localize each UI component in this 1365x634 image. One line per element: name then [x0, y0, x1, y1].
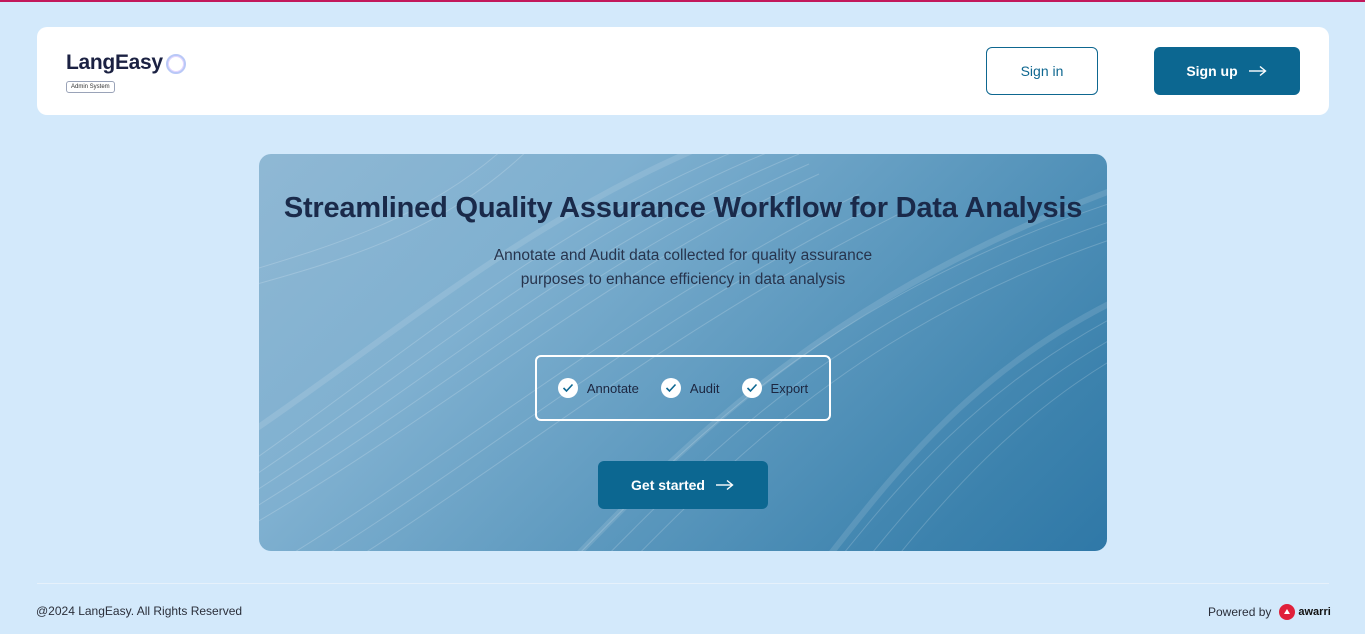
get-started-label: Get started: [631, 477, 705, 493]
arrow-right-icon: [715, 479, 734, 491]
feature-label: Audit: [689, 380, 720, 396]
check-icon: [660, 378, 681, 398]
awarri-logo-text: awarri: [1298, 606, 1331, 618]
hero-banner: Streamlined Quality Assurance Workflow f…: [259, 154, 1107, 551]
logo-badge: Admin System: [66, 81, 115, 93]
logo-ring-icon: [165, 54, 186, 74]
check-icon: [557, 378, 578, 398]
sign-up-label: Sign up: [1186, 63, 1238, 79]
get-started-button[interactable]: Get started: [598, 461, 768, 509]
sign-in-label: Sign in: [1020, 63, 1064, 79]
awarri-logo-icon: [1279, 604, 1296, 620]
awarri-logo[interactable]: awarri: [1279, 604, 1331, 620]
sign-up-button[interactable]: Sign up: [1154, 47, 1300, 95]
feature-annotate: Annotate: [557, 378, 639, 398]
page: LangEasy Admin System Sign in Sign up St…: [0, 0, 1365, 634]
copyright-text: @2024 LangEasy. All Rights Reserved: [36, 604, 243, 618]
powered-by: Powered by awarri: [1208, 604, 1331, 620]
hero-subtitle: Annotate and Audit data collected for qu…: [493, 247, 873, 288]
arrow-right-icon: [1248, 65, 1267, 77]
sign-in-button[interactable]: Sign in: [986, 47, 1098, 95]
header: LangEasy Admin System Sign in Sign up: [37, 27, 1329, 115]
powered-by-label: Powered by: [1208, 605, 1272, 619]
feature-audit: Audit: [660, 378, 720, 398]
footer-divider: [37, 583, 1329, 584]
hero-title: Streamlined Quality Assurance Workflow f…: [283, 192, 1083, 224]
logo[interactable]: LangEasy Admin System: [66, 51, 186, 93]
feature-label: Export: [770, 380, 809, 396]
feature-list: Annotate Audit Export: [535, 355, 831, 421]
logo-text: LangEasy: [66, 51, 163, 74]
feature-export: Export: [741, 378, 809, 398]
feature-label: Annotate: [586, 380, 639, 396]
check-icon: [741, 378, 762, 398]
